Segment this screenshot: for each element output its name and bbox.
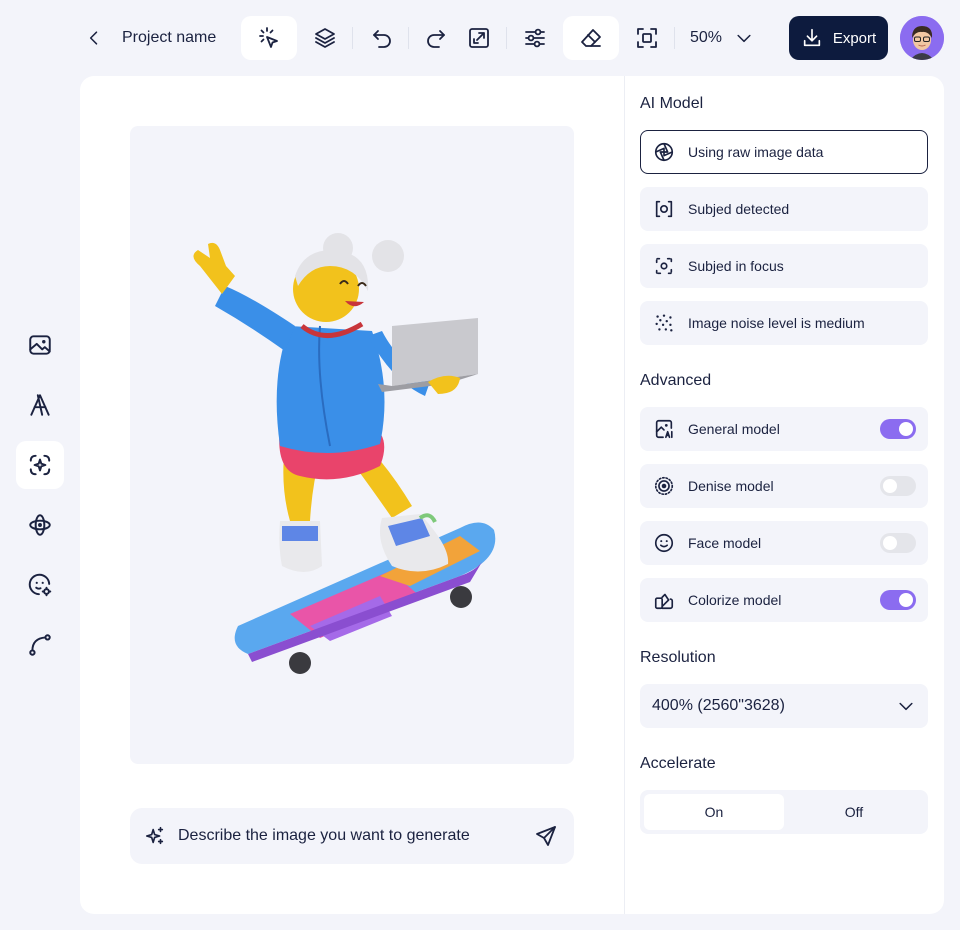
accelerate-segmented-control: On Off <box>640 790 928 834</box>
option-label: Using raw image data <box>688 144 824 160</box>
advanced-general-model: General model <box>640 407 928 451</box>
zoom-dropdown[interactable]: 50% <box>690 24 754 52</box>
toggle-knob <box>883 536 897 550</box>
option-label: Colorize model <box>688 592 782 608</box>
smile-icon <box>652 531 676 555</box>
chevron-down-icon <box>899 702 913 711</box>
resolution-title: Resolution <box>640 649 716 666</box>
ai-select-icon <box>29 454 51 476</box>
select-tool-button[interactable] <box>241 16 297 60</box>
undo-button[interactable] <box>354 16 410 60</box>
focus-icon <box>652 254 676 278</box>
scan-icon <box>652 197 676 221</box>
option-label: General model <box>688 421 780 437</box>
ai-option-subject-detected[interactable]: Subjed detected <box>640 187 928 231</box>
head-graphic <box>293 233 404 338</box>
user-avatar[interactable] <box>900 16 944 60</box>
layers-icon <box>315 28 335 48</box>
option-label: Image noise level is medium <box>688 315 865 331</box>
hand-graphic <box>193 242 235 294</box>
accelerate-off-button[interactable]: Off <box>784 794 924 830</box>
project-name[interactable]: Project name <box>122 29 216 47</box>
rail-image-button[interactable] <box>16 321 64 369</box>
denise-model-toggle[interactable] <box>880 476 916 496</box>
skateboard-graphic <box>234 522 496 674</box>
ai-model-title: AI Model <box>640 95 704 112</box>
layers-button[interactable] <box>297 16 353 60</box>
zoom-value: 50% <box>690 29 723 46</box>
color-swatch-icon <box>652 588 676 612</box>
denoise-icon <box>652 474 676 498</box>
toggle-knob <box>883 479 897 493</box>
toolbar-divider <box>674 27 675 49</box>
image-canvas[interactable] <box>130 126 574 764</box>
rail-text-button[interactable] <box>16 381 64 429</box>
aperture-icon <box>652 140 676 164</box>
advanced-colorize-model: Colorize model <box>640 578 928 622</box>
eraser-icon <box>581 29 601 47</box>
redo-icon <box>427 30 445 48</box>
cursor-sparkle-icon <box>259 27 278 48</box>
noise-icon <box>652 311 676 335</box>
laptop-graphic <box>378 318 478 394</box>
ai-option-subject-focus[interactable]: Subjed in focus <box>640 244 928 288</box>
curve-icon <box>29 634 51 656</box>
back-button[interactable] <box>80 24 108 52</box>
avatar-image <box>900 16 944 60</box>
resolution-value: 400% (2560"3628) <box>652 697 785 714</box>
option-label: Subjed in focus <box>688 258 784 274</box>
chevron-left-icon <box>89 31 98 45</box>
eraser-button[interactable] <box>563 16 619 60</box>
crop-frame-icon <box>637 28 657 48</box>
rail-curve-button[interactable] <box>16 621 64 669</box>
face-model-toggle[interactable] <box>880 533 916 553</box>
chevron-down-icon <box>737 34 751 43</box>
send-icon <box>536 826 556 846</box>
undo-icon <box>373 30 391 48</box>
image-icon <box>29 335 51 355</box>
toggle-knob <box>899 593 913 607</box>
sliders-icon <box>525 28 545 48</box>
download-icon <box>803 28 820 47</box>
text-icon <box>30 394 50 416</box>
face-settings-icon <box>28 573 52 597</box>
ai-option-noise[interactable]: Image noise level is medium <box>640 301 928 345</box>
prompt-bar <box>130 808 574 864</box>
toggle-knob <box>899 422 913 436</box>
top-bar: Project name 50% Export <box>0 0 960 76</box>
export-button[interactable]: Export <box>789 16 888 60</box>
panel-divider <box>624 76 625 914</box>
export-label: Export <box>832 29 877 47</box>
advanced-denise-model: Denise model <box>640 464 928 508</box>
colorize-model-toggle[interactable] <box>880 590 916 610</box>
shape-icon <box>29 514 51 536</box>
ai-image-icon <box>652 417 676 441</box>
general-model-toggle[interactable] <box>880 419 916 439</box>
advanced-title: Advanced <box>640 372 712 389</box>
resolution-select[interactable]: 400% (2560"3628) <box>640 684 928 728</box>
rail-face-settings-button[interactable] <box>16 561 64 609</box>
resize-button[interactable] <box>451 16 507 60</box>
option-label: Face model <box>688 535 762 551</box>
accelerate-on-button[interactable]: On <box>644 794 784 830</box>
option-label: Denise model <box>688 478 774 494</box>
accelerate-title: Accelerate <box>640 755 716 772</box>
rail-shape-button[interactable] <box>16 501 64 549</box>
send-button[interactable] <box>532 822 560 850</box>
crop-button[interactable] <box>619 16 675 60</box>
rail-ai-select-button[interactable] <box>16 441 64 489</box>
sparkles-icon <box>145 826 164 845</box>
prompt-input[interactable] <box>178 827 532 845</box>
adjust-button[interactable] <box>507 16 563 60</box>
option-label: Subjed detected <box>688 201 790 217</box>
toolbar-divider <box>352 27 353 49</box>
advanced-face-model: Face model <box>640 521 928 565</box>
skater-girl-illustration <box>193 233 496 674</box>
resize-icon <box>469 28 489 48</box>
ai-option-raw-data[interactable]: Using raw image data <box>640 130 928 174</box>
